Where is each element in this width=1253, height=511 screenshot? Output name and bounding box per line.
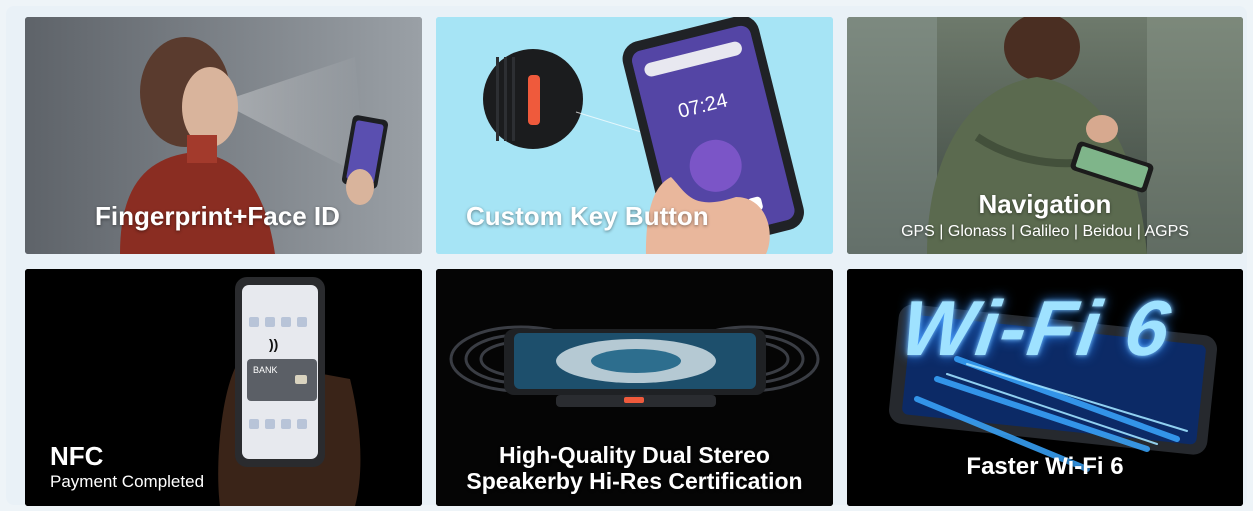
card-title: Fingerprint+Face ID bbox=[95, 201, 340, 231]
svg-text:)): )) bbox=[269, 336, 278, 352]
feature-card-navigation: Navigation GPS | Glonass | Galileo | Bei… bbox=[847, 17, 1243, 254]
card-title-line-2: Speakerby Hi-Res Certification bbox=[466, 468, 803, 494]
feature-card-nfc: )) BANK NFC Payment Completed bbox=[25, 269, 422, 506]
card-title-line-1: High-Quality Dual Stereo bbox=[499, 442, 770, 468]
card-title: NFC bbox=[50, 441, 104, 471]
feature-card-custom-key-button: 07:24 Custom Key Button bbox=[436, 17, 833, 254]
bank-card-text: BANK bbox=[253, 365, 278, 375]
feature-card-fingerprint-face-id: Fingerprint+Face ID bbox=[25, 17, 422, 254]
feature-grid: Fingerprint+Face ID 07:24 Custom Key But… bbox=[25, 17, 1243, 506]
wifi-6-big-graphic-text: Wi-Fi 6 bbox=[895, 284, 1178, 372]
feature-card-wifi-6: Wi-Fi 6 Faster Wi-Fi 6 bbox=[847, 269, 1243, 506]
card-title: Navigation bbox=[978, 189, 1112, 219]
card-subtitle: GPS | Glonass | Galileo | Beidou | AGPS bbox=[901, 223, 1189, 240]
card-title: Custom Key Button bbox=[466, 201, 709, 231]
card-title: Faster Wi-Fi 6 bbox=[966, 453, 1124, 480]
feature-card-stereo-speaker: High-Quality Dual Stereo Speakerby Hi-Re… bbox=[436, 269, 833, 506]
card-subtitle: Payment Completed bbox=[50, 472, 205, 491]
